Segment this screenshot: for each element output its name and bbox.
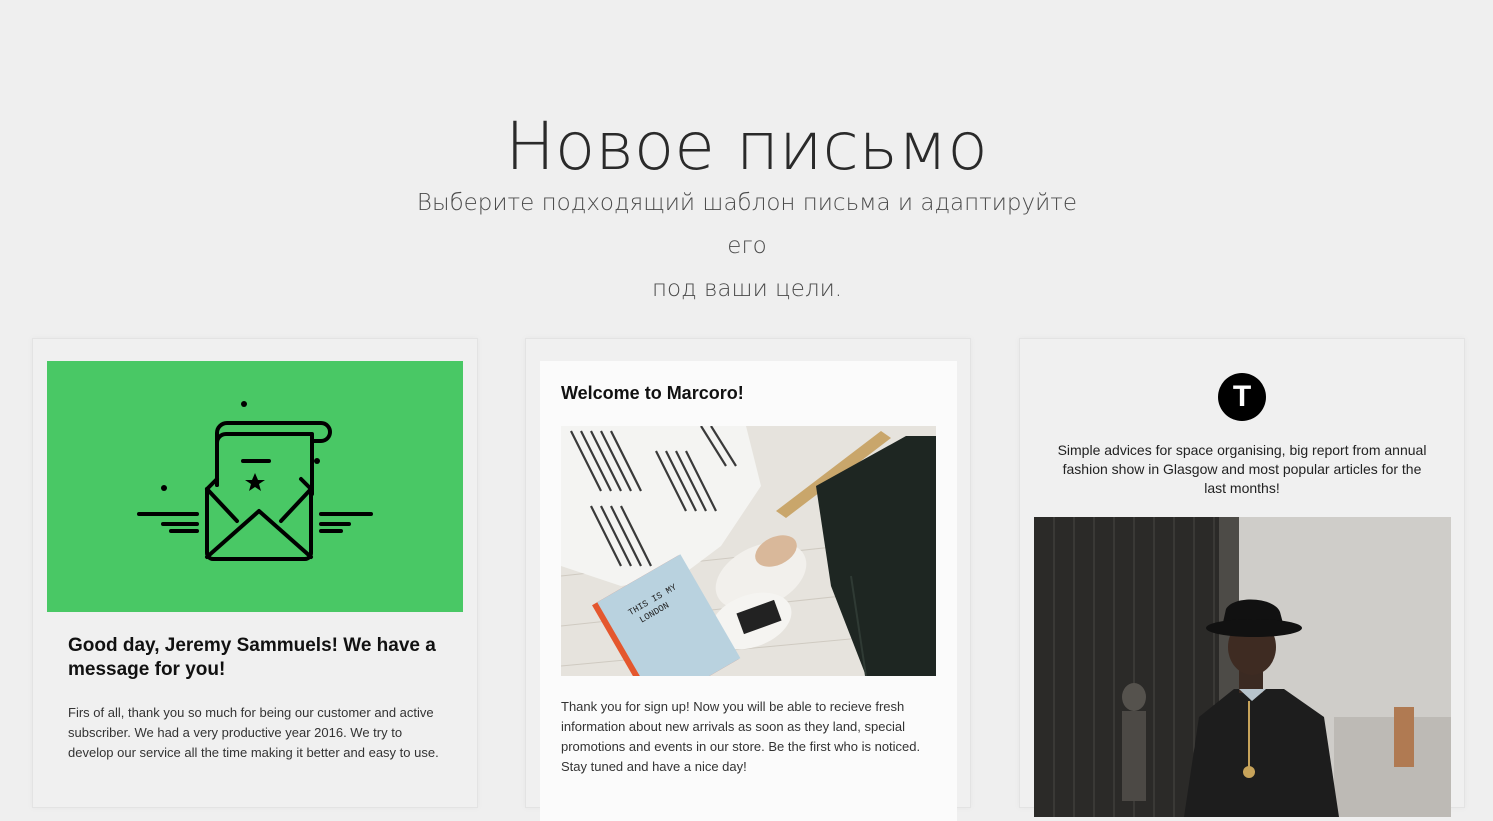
card-body-text: Thank you for sign up! Now you will be a… xyxy=(561,699,921,774)
page-subtitle: Выберите подходящий шаблон письма и адап… xyxy=(396,182,1098,311)
template-card-greeting[interactable]: Good day, Jeremy Sammuels! We have a mes… xyxy=(32,338,478,808)
template-card-digest[interactable]: T Simple advices for space organising, b… xyxy=(1019,338,1465,817)
brand-logo: T xyxy=(1218,373,1266,421)
subtitle-line-2: под ваши цели. xyxy=(651,276,843,302)
card-heading: Good day, Jeremy Sammuels! We have a mes… xyxy=(68,635,436,680)
card-heading: Welcome to Marcoro! xyxy=(561,383,744,403)
card-intro-text: Simple advices for space organising, big… xyxy=(1057,442,1427,496)
subtitle-line-1: Выберите подходящий шаблон письма и адап… xyxy=(416,190,1078,259)
card-body-text: Firs of all, thank you so much for being… xyxy=(68,705,439,760)
envelope-letter-icon xyxy=(137,401,373,561)
green-hero-banner xyxy=(47,361,463,612)
man-in-hat-photo xyxy=(1034,517,1451,817)
page-title: Новое письмо xyxy=(505,108,988,186)
flatlay-clothes-photo: THIS IS MY LONDON xyxy=(561,426,936,676)
email-preview-panel: Welcome to Marcoro! THIS IS MY LONDON Th… xyxy=(540,361,957,821)
template-card-welcome[interactable]: Welcome to Marcoro! THIS IS MY LONDON Th… xyxy=(525,338,971,821)
